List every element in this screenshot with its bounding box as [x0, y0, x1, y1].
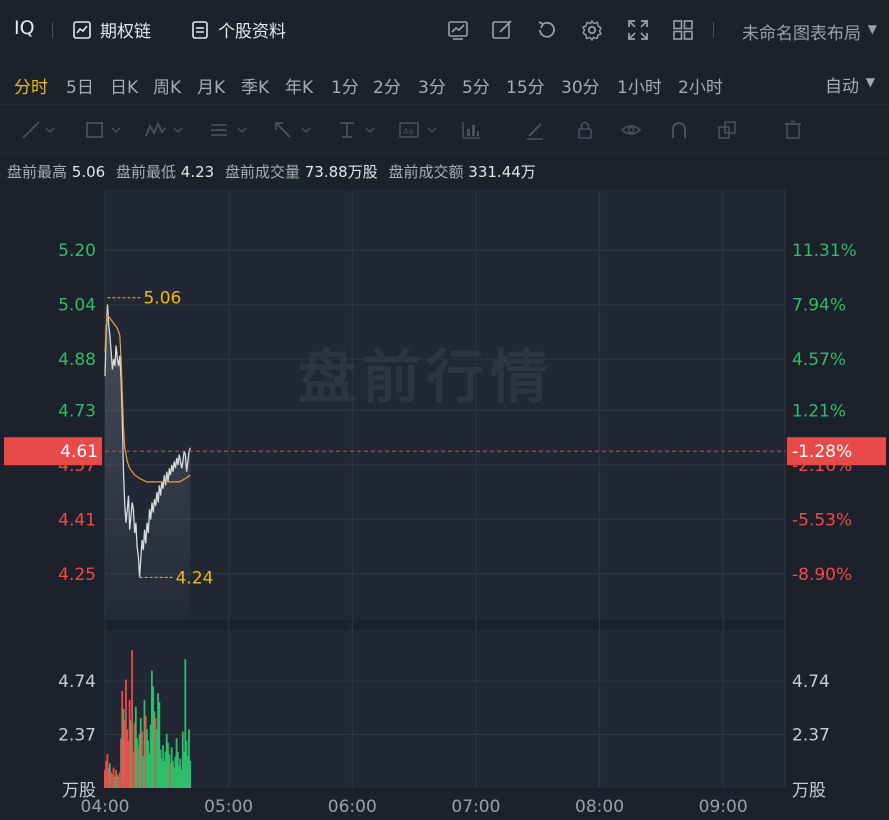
percent-tick-label: -8.90%: [792, 565, 852, 585]
current-price-label: 4.61: [60, 442, 98, 462]
fibonacci-icon[interactable]: [208, 119, 230, 141]
rectangle-tool-icon[interactable]: [84, 119, 106, 141]
stock-profile-button[interactable]: 个股资料: [190, 17, 286, 42]
bar-chart-icon[interactable]: [460, 119, 482, 141]
price-tick-label: 4.25: [58, 565, 96, 585]
indicator-chart-icon[interactable]: [446, 18, 470, 42]
gear-icon[interactable]: [580, 18, 604, 42]
chevron-down-icon[interactable]: [364, 119, 376, 141]
stock-profile-label: 个股资料: [218, 22, 286, 42]
premarket-summary: 盘前最高 5.06 盘前最低 4.23 盘前成交量 73.88万股 盘前成交额 …: [7, 161, 542, 182]
time-tick-label: 07:00: [451, 797, 500, 817]
tab-period-13[interactable]: 1小时: [617, 73, 662, 98]
tab-period-1[interactable]: 5日: [66, 73, 94, 98]
price-tick-label: 4.73: [58, 401, 96, 421]
lock-icon[interactable]: [574, 119, 596, 141]
eye-icon[interactable]: [620, 119, 642, 141]
volume-tick-label: 4.74: [792, 672, 830, 692]
price-range-icon[interactable]: [336, 119, 358, 141]
time-tick-label: 05:00: [204, 797, 253, 817]
tab-period-5[interactable]: 季K: [241, 73, 269, 98]
tab-period-12[interactable]: 30分: [561, 73, 600, 98]
tab-period-0[interactable]: 分时: [14, 73, 48, 98]
price-tick-label: 5.04: [58, 296, 96, 316]
drawing-toolbar: Aa: [0, 104, 889, 154]
time-tick-label: 04:00: [81, 797, 130, 817]
options-chain-label: 期权链: [100, 22, 151, 42]
volume-tick-label: 万股: [792, 781, 826, 801]
percent-tick-label: -5.53%: [792, 510, 852, 530]
tab-period-9[interactable]: 3分: [418, 73, 446, 98]
chevron-down-icon[interactable]: [236, 119, 248, 141]
wave-pattern-icon[interactable]: [144, 119, 166, 141]
low-marker-label: 4.24: [176, 568, 214, 588]
stock-symbol[interactable]: IQ: [14, 17, 35, 39]
volume-bar: [189, 760, 192, 788]
volume-tick-label: 4.74: [58, 672, 96, 692]
refresh-icon[interactable]: [535, 18, 559, 42]
percent-tick-label: 11.31%: [792, 241, 857, 261]
tab-period-3[interactable]: 周K: [153, 73, 181, 98]
tab-period-10[interactable]: 5分: [462, 73, 490, 98]
premarket-turnover-label: 盘前成交额: [388, 163, 464, 181]
svg-text:Aa: Aa: [403, 127, 413, 136]
chevron-down-icon[interactable]: ▼: [866, 75, 875, 89]
document-icon: [192, 20, 208, 39]
price-tick-label: 4.41: [58, 510, 96, 530]
premarket-low-label: 盘前最低: [115, 163, 176, 181]
grid-layout-icon[interactable]: [671, 18, 695, 42]
auto-scale-dropdown[interactable]: 自动: [825, 72, 859, 97]
percent-tick-label: 7.94%: [792, 296, 846, 316]
price-tick-label: 4.88: [58, 350, 96, 370]
chart-box-icon: [73, 20, 91, 39]
price-tick-label: 5.20: [58, 241, 96, 261]
divider: [713, 22, 714, 38]
layout-name-dropdown[interactable]: 未命名图表布局: [742, 19, 861, 44]
current-percent-label: -1.28%: [792, 442, 852, 462]
tab-period-7[interactable]: 1分: [331, 73, 359, 98]
intraday-chart[interactable]: 5.20 11.31%5.04 7.94%4.88 4.57%4.73 1.21%4.5…: [0, 190, 889, 820]
premarket-high-value: 5.06: [71, 163, 106, 181]
premarket-turnover-value: 331.44万: [468, 163, 536, 181]
tab-period-14[interactable]: 2小时: [678, 73, 723, 98]
tab-period-8[interactable]: 2分: [373, 73, 401, 98]
trash-icon[interactable]: [782, 119, 804, 141]
edit-icon[interactable]: [490, 18, 514, 42]
magnet-icon[interactable]: [668, 119, 690, 141]
premarket-high-label: 盘前最高: [7, 163, 68, 181]
premarket-volume-value: 73.88万股: [304, 163, 378, 181]
top-bar: IQ 期权链 个股资料 未命名图表布局 ▼: [0, 0, 889, 62]
volume-tick-label: 2.37: [58, 726, 96, 746]
layers-icon[interactable]: [716, 119, 738, 141]
brush-icon[interactable]: [524, 119, 546, 141]
premarket-volume-label: 盘前成交量: [224, 163, 300, 181]
high-marker-label: 5.06: [143, 289, 181, 309]
time-tick-label: 06:00: [328, 797, 377, 817]
arrow-tool-icon[interactable]: [272, 119, 294, 141]
period-tabs: 分时 5日 日K 周K 月K 季K 年K 1分 2分 3分 5分 15分 30分 1小时 2小时: [0, 62, 889, 104]
time-tick-label: 08:00: [575, 797, 624, 817]
volume-tick-label: 2.37: [792, 726, 830, 746]
premarket-low-value: 4.23: [180, 163, 215, 181]
divider: [52, 22, 53, 38]
volume-panel: [105, 630, 785, 788]
chevron-down-icon[interactable]: [300, 119, 312, 141]
tab-period-11[interactable]: 15分: [506, 73, 545, 98]
fullscreen-icon[interactable]: [626, 18, 650, 42]
tab-period-4[interactable]: 月K: [197, 73, 225, 98]
chevron-down-icon[interactable]: [110, 119, 122, 141]
watermark: 盘前行情: [298, 343, 555, 411]
percent-tick-label: 1.21%: [792, 401, 846, 421]
chevron-down-icon[interactable]: ▼: [868, 22, 877, 36]
time-tick-label: 09:00: [699, 797, 748, 817]
tab-period-6[interactable]: 年K: [285, 73, 313, 98]
chevron-down-icon[interactable]: [44, 119, 56, 141]
text-tool-icon[interactable]: Aa: [398, 119, 420, 141]
options-chain-button[interactable]: 期权链: [72, 17, 151, 42]
percent-tick-label: 4.57%: [792, 350, 846, 370]
chevron-down-icon[interactable]: [426, 119, 438, 141]
tab-period-2[interactable]: 日K: [110, 73, 138, 98]
trend-line-icon[interactable]: [20, 119, 42, 141]
chevron-down-icon[interactable]: [172, 119, 184, 141]
